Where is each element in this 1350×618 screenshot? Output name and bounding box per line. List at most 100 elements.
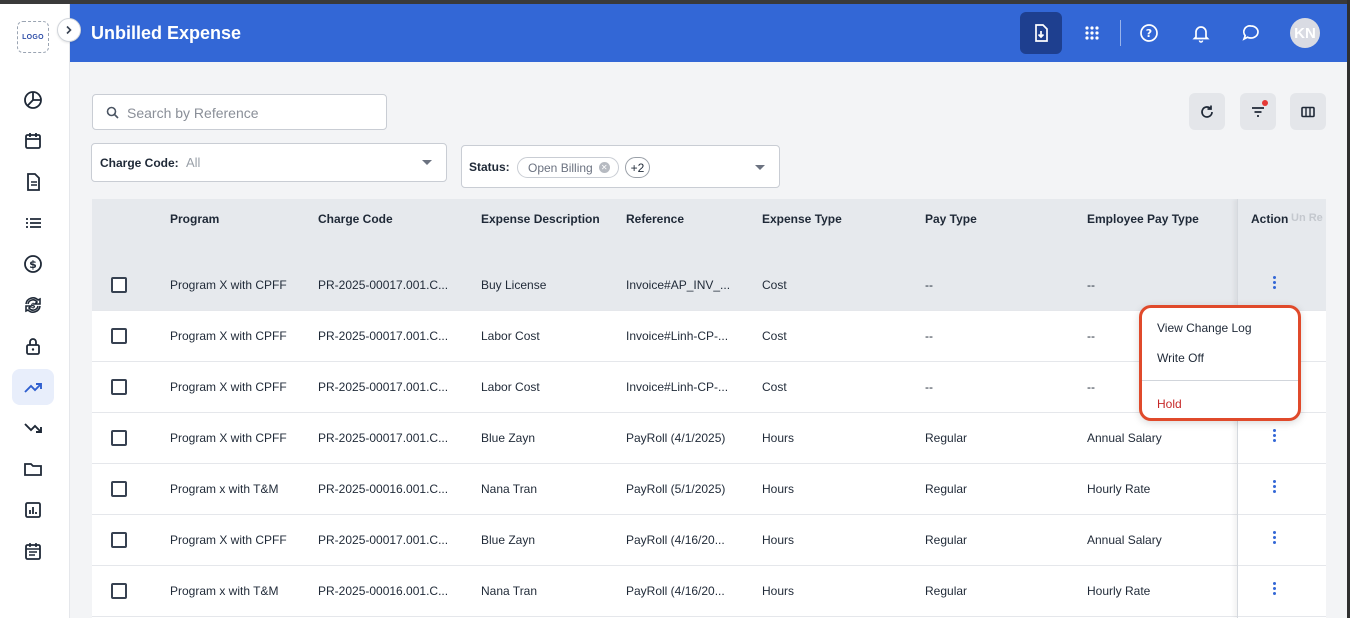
filter-button[interactable]	[1240, 93, 1276, 130]
bar-report-icon[interactable]	[12, 492, 54, 528]
table-row[interactable]: Program X with CPFF PR-2025-00017.001.C.…	[92, 515, 1326, 566]
table-row[interactable]: Program X with CPFF PR-2025-00017.001.C.…	[92, 260, 1326, 311]
cell-program: Program X with CPFF	[170, 278, 287, 292]
column-header-reference[interactable]: Reference	[626, 212, 684, 226]
status-label: Status:	[469, 160, 510, 174]
more-vert-icon[interactable]	[1267, 476, 1281, 496]
hidden-column-header: Un Re	[1291, 212, 1323, 224]
trending-up-icon[interactable]	[12, 369, 54, 405]
menu-item-view-change-log[interactable]: View Change Log	[1157, 321, 1252, 335]
notifications-button[interactable]	[1180, 12, 1222, 54]
file-download-icon	[1035, 24, 1048, 42]
column-header-pay-type[interactable]: Pay Type	[925, 212, 977, 226]
chat-button[interactable]	[1230, 12, 1272, 54]
export-button[interactable]	[1020, 12, 1062, 54]
user-avatar[interactable]: KN	[1290, 18, 1320, 48]
cell-employee-pay-type: Hourly Rate	[1087, 584, 1151, 598]
action-cell	[1238, 566, 1326, 617]
row-checkbox[interactable]	[111, 583, 127, 599]
schedule-icon[interactable]	[12, 533, 54, 569]
menu-item-write-off[interactable]: Write Off	[1157, 351, 1204, 365]
column-header-employee-pay-type[interactable]: Employee Pay Type	[1087, 212, 1199, 226]
help-button[interactable]: ?	[1128, 12, 1170, 54]
columns-icon	[1301, 106, 1315, 117]
cell-pay-type: Regular	[925, 431, 968, 445]
cell-reference: Invoice#AP_INV_...	[626, 278, 731, 292]
chat-icon	[1242, 25, 1259, 41]
cell-reference: PayRoll (4/1/2025)	[626, 431, 726, 445]
menu-item-hold[interactable]: Hold	[1157, 397, 1182, 411]
row-checkbox[interactable]	[111, 277, 127, 293]
row-checkbox[interactable]	[111, 328, 127, 344]
apps-grid-button[interactable]	[1071, 12, 1113, 54]
status-more-chip[interactable]: +2	[625, 157, 650, 178]
help-icon: ?	[1140, 24, 1158, 42]
cell-expense-type: Cost	[762, 278, 787, 292]
menu-divider	[1142, 380, 1298, 381]
row-checkbox[interactable]	[111, 532, 127, 548]
svg-text:$: $	[31, 302, 36, 310]
cell-program: Program X with CPFF	[170, 533, 287, 547]
cell-charge-code: PR-2025-00017.001.C...	[318, 533, 449, 547]
column-header-expense-type[interactable]: Expense Type	[762, 212, 842, 226]
lock-icon[interactable]	[12, 328, 54, 364]
column-header-charge-code[interactable]: Charge Code	[318, 212, 393, 226]
refresh-button[interactable]	[1189, 93, 1225, 130]
cell-charge-code: PR-2025-00016.001.C...	[318, 482, 449, 496]
cell-employee-pay-type: --	[1087, 278, 1095, 292]
dollar-icon[interactable]: $	[12, 246, 54, 282]
cell-charge-code: PR-2025-00017.001.C...	[318, 278, 449, 292]
cell-program: Program x with T&M	[170, 482, 279, 496]
cell-employee-pay-type: --	[1087, 329, 1095, 343]
cell-program: Program X with CPFF	[170, 380, 287, 394]
cell-description: Blue Zayn	[481, 431, 536, 445]
sidebar-expand-button[interactable]	[57, 18, 81, 42]
more-vert-icon[interactable]	[1267, 527, 1281, 547]
cell-expense-type: Hours	[762, 533, 795, 547]
cell-expense-type: Hours	[762, 584, 795, 598]
cell-employee-pay-type: Hourly Rate	[1087, 482, 1151, 496]
cell-program: Program X with CPFF	[170, 431, 287, 445]
filter-active-dot	[1262, 100, 1268, 106]
table-row[interactable]: Program x with T&M PR-2025-00016.001.C..…	[92, 566, 1326, 617]
apps-grid-icon	[1085, 26, 1099, 40]
cell-pay-type: --	[925, 278, 933, 292]
search-icon	[106, 106, 119, 119]
row-checkbox[interactable]	[111, 481, 127, 497]
table-row[interactable]: Program X with CPFF PR-2025-00017.001.C.…	[92, 413, 1326, 464]
document-icon[interactable]	[12, 164, 54, 200]
table-row[interactable]: Program x with T&M PR-2025-00016.001.C..…	[92, 464, 1326, 515]
more-vert-icon[interactable]	[1267, 425, 1281, 445]
folder-icon[interactable]	[12, 451, 54, 487]
currency-exchange-icon[interactable]: $	[12, 287, 54, 323]
status-filter[interactable]: Status: Open Billing ✕ +2	[461, 145, 780, 188]
cell-reference: PayRoll (4/16/20...	[626, 584, 725, 598]
charge-code-filter[interactable]: Charge Code: All	[91, 143, 447, 182]
cell-description: Nana Tran	[481, 482, 538, 496]
cell-reference: Invoice#Linh-CP-...	[626, 329, 729, 343]
list-icon[interactable]	[12, 205, 54, 241]
cell-description: Labor Cost	[481, 329, 540, 343]
cell-description: Buy License	[481, 278, 547, 292]
more-vert-icon[interactable]	[1267, 578, 1281, 598]
action-cell	[1238, 260, 1326, 311]
row-checkbox[interactable]	[111, 430, 127, 446]
row-checkbox[interactable]	[111, 379, 127, 395]
column-header-program[interactable]: Program	[170, 212, 219, 226]
trending-down-icon[interactable]	[12, 410, 54, 446]
cell-description: Blue Zayn	[481, 533, 536, 547]
chip-remove-icon[interactable]: ✕	[598, 162, 610, 173]
more-vert-icon[interactable]	[1267, 272, 1281, 292]
cell-employee-pay-type: Annual Salary	[1087, 431, 1162, 445]
header-divider	[1120, 20, 1121, 46]
cell-pay-type: --	[925, 329, 933, 343]
refresh-icon	[1201, 105, 1213, 118]
calendar-icon[interactable]	[12, 123, 54, 159]
charge-code-value: All	[186, 155, 201, 170]
columns-button[interactable]	[1290, 93, 1326, 130]
pie-chart-icon[interactable]	[12, 82, 54, 118]
action-cell	[1238, 464, 1326, 515]
column-header-expense-description[interactable]: Expense Description	[481, 212, 600, 226]
cell-pay-type: --	[925, 380, 933, 394]
search-input[interactable]	[127, 103, 377, 123]
